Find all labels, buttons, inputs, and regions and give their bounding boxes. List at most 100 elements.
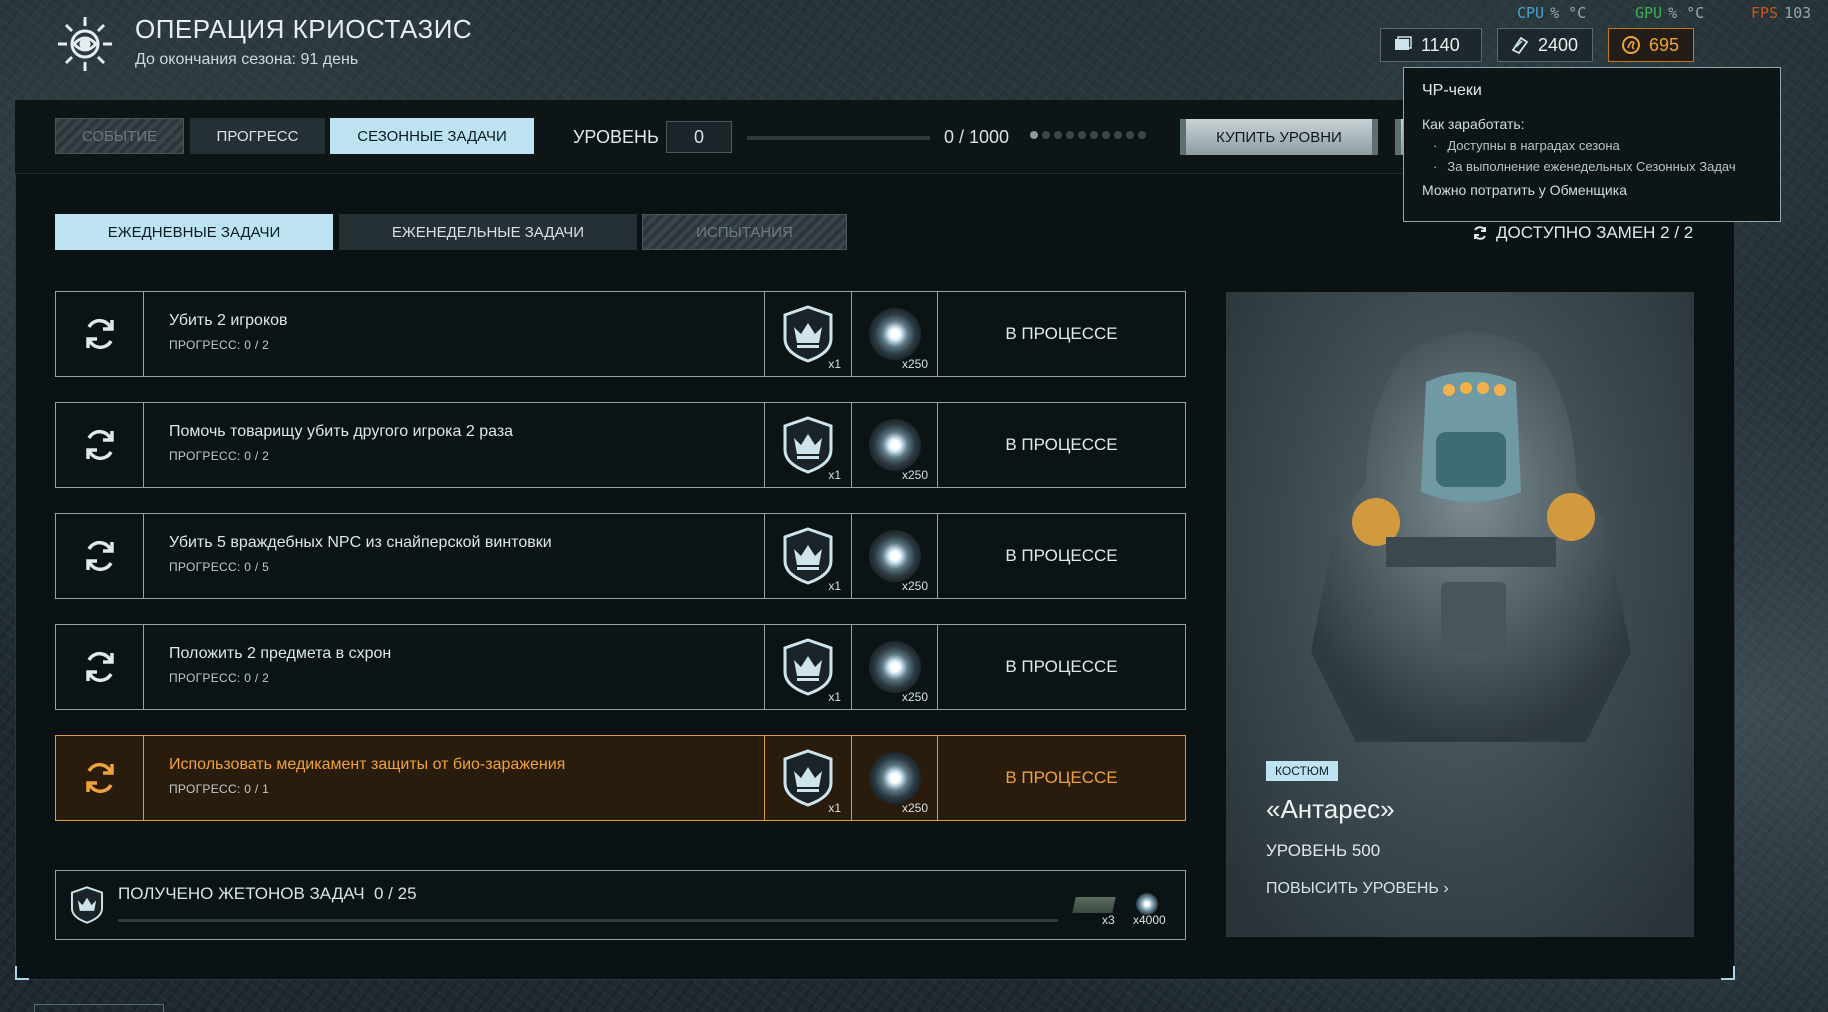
refresh-icon <box>85 762 114 794</box>
crown-shield-icon <box>70 886 104 924</box>
task-name: Помочь товарищу убить другого игрока 2 р… <box>169 423 514 440</box>
costume-name: «Антарес» <box>1266 794 1395 824</box>
reward-token[interactable]: x1 <box>764 403 851 487</box>
tab-progress[interactable]: ПРОГРЕСС <box>190 118 325 154</box>
panel-corner <box>15 966 29 980</box>
tokens-reward-xp-qty: x4000 <box>1133 913 1166 927</box>
task-row[interactable]: Убить 5 враждебных NPC из снайперской ви… <box>55 513 1186 599</box>
chevron-right-icon: › <box>1443 880 1449 897</box>
task-row[interactable]: Положить 2 предмета в схрон ПРОГРЕСС: 0 … <box>55 624 1186 710</box>
swaps-available: ДОСТУПНО ЗАМЕН 2 / 2 <box>1472 223 1693 243</box>
reward-token-qty: x1 <box>828 579 841 593</box>
reward-xp[interactable]: x250 <box>851 292 938 376</box>
reward-xp-qty: x250 <box>901 801 928 815</box>
panel-corner <box>1721 966 1735 980</box>
tab-weekly-tasks[interactable]: ЕЖЕНЕДЕЛЬНЫЕ ЗАДАЧИ <box>339 214 637 250</box>
crown-shield-icon <box>783 416 833 474</box>
bottom-bracket <box>34 1004 164 1012</box>
task-name: Использовать медикамент защиты от био-за… <box>169 756 566 773</box>
crown-shield-icon <box>783 749 833 807</box>
season-timer: До окончания сезона: 91 день <box>135 51 359 68</box>
refresh-icon <box>85 429 114 461</box>
costume-badge: КОСТЮМ <box>1266 761 1338 781</box>
refresh-icon <box>85 651 114 683</box>
coin-icon <box>1622 36 1640 54</box>
reward-token-qty: x1 <box>828 690 841 704</box>
tab-challenges[interactable]: ИСПЫТАНИЯ <box>642 214 847 250</box>
reward-xp[interactable]: x250 <box>851 736 938 820</box>
swap-task-button[interactable] <box>56 514 144 598</box>
reward-xp[interactable]: x250 <box>851 514 938 598</box>
task-row[interactable]: Помочь товарищу убить другого игрока 2 р… <box>55 402 1186 488</box>
refresh-icon <box>85 540 114 572</box>
currency-chr-checks[interactable]: 2400 <box>1497 28 1593 62</box>
task-progress: ПРОГРЕСС: 0 / 2 <box>169 338 270 352</box>
xp-orb-icon <box>868 530 921 582</box>
costume-level: УРОВЕНЬ 500 <box>1266 841 1381 860</box>
chr-checks-icon <box>1511 36 1529 55</box>
level-progress-bar <box>747 136 930 140</box>
reward-token[interactable]: x1 <box>764 514 851 598</box>
task-progress: ПРОГРЕСС: 0 / 5 <box>169 560 270 574</box>
reward-token[interactable]: x1 <box>764 625 851 709</box>
gpu-readout: GPU% °C <box>1635 4 1705 22</box>
task-progress: ПРОГРЕСС: 0 / 2 <box>169 449 270 463</box>
swap-task-button[interactable] <box>56 292 144 376</box>
crown-shield-icon <box>783 305 833 363</box>
cpu-readout: CPU% °C <box>1517 4 1587 22</box>
task-progress: ПРОГРЕСС: 0 / 2 <box>169 671 270 685</box>
task-status: В ПРОЦЕССЕ <box>1005 657 1118 676</box>
tooltip-footer: Можно потратить у Обменщика <box>1422 182 1627 198</box>
task-status: В ПРОЦЕССЕ <box>1005 324 1118 343</box>
level-progress-text: 0 / 1000 <box>944 127 1010 147</box>
tokens-count: 0 / 25 <box>374 884 417 903</box>
reward-token-qty: x1 <box>828 357 841 371</box>
level-pips <box>1030 131 1146 139</box>
task-tokens-panel: ПОЛУЧЕНО ЖЕТОНОВ ЗАДАЧ 0 / 25 x3 x4000 <box>55 870 1186 940</box>
tokens-progress-bar <box>118 919 1058 922</box>
task-status: В ПРОЦЕССЕ <box>1005 768 1118 787</box>
xp-orb-icon <box>1136 893 1158 915</box>
swap-task-button[interactable] <box>56 736 144 820</box>
tokens-label: ПОЛУЧЕНО ЖЕТОНОВ ЗАДАЧ <box>118 884 365 903</box>
reward-token-qty: x1 <box>828 468 841 482</box>
crown-shield-icon <box>783 527 833 585</box>
reward-token-qty: x1 <box>828 801 841 815</box>
tab-event[interactable]: СОБЫТИЕ <box>55 118 184 154</box>
reward-xp[interactable]: x250 <box>851 403 938 487</box>
tab-daily-tasks[interactable]: ЕЖЕДНЕВНЫЕ ЗАДАЧИ <box>55 214 333 250</box>
costume-promo[interactable]: КОСТЮМ «Антарес» УРОВЕНЬ 500 ПОВЫСИТЬ УР… <box>1226 292 1694 937</box>
supply-crate-icon <box>1072 897 1116 913</box>
season-logo-icon <box>58 17 112 71</box>
tooltip-item: Доступны в наградах сезона <box>1433 138 1762 153</box>
task-row[interactable]: Использовать медикамент защиты от био-за… <box>55 735 1186 821</box>
refresh-icon <box>1474 226 1486 240</box>
reward-xp-qty: x250 <box>901 357 928 371</box>
reward-token[interactable]: x1 <box>764 736 851 820</box>
xp-orb-icon <box>868 641 921 693</box>
task-row[interactable]: Убить 2 игроков ПРОГРЕСС: 0 / 2 x1 x250 … <box>55 291 1186 377</box>
task-name: Положить 2 предмета в схрон <box>169 645 392 662</box>
tooltip-item: За выполнение еженедельных Сезонных Зада… <box>1433 159 1762 174</box>
upgrade-level-link[interactable]: ПОВЫСИТЬ УРОВЕНЬ › <box>1266 880 1449 898</box>
tab-season-tasks[interactable]: СЕЗОННЫЕ ЗАДАЧИ <box>330 118 534 154</box>
swap-task-button[interactable] <box>56 403 144 487</box>
xp-orb-icon <box>868 308 921 360</box>
tooltip-how-label: Как заработать: <box>1422 116 1525 132</box>
fps-readout: FPS 103 <box>1751 4 1812 22</box>
reward-xp-qty: x250 <box>901 468 928 482</box>
buy-levels-button[interactable]: КУПИТЬ УРОВНИ <box>1180 119 1378 155</box>
task-name: Убить 5 враждебных NPC из снайперской ви… <box>169 534 552 551</box>
reward-token[interactable]: x1 <box>764 292 851 376</box>
xp-orb-icon <box>868 419 921 471</box>
task-status: В ПРОЦЕССЕ <box>1005 546 1118 565</box>
level-label: УРОВЕНЬ <box>573 127 659 147</box>
task-name: Убить 2 игроков <box>169 312 288 329</box>
tickets-icon <box>1395 36 1412 50</box>
reward-xp-qty: x250 <box>901 690 928 704</box>
currency-coins[interactable]: 695 <box>1608 28 1694 62</box>
currency-tickets[interactable]: 1140 <box>1380 28 1482 62</box>
reward-xp[interactable]: x250 <box>851 625 938 709</box>
swap-task-button[interactable] <box>56 625 144 709</box>
currency-tooltip: ЧР-чеки Как заработать: Доступны в награ… <box>1403 67 1781 222</box>
